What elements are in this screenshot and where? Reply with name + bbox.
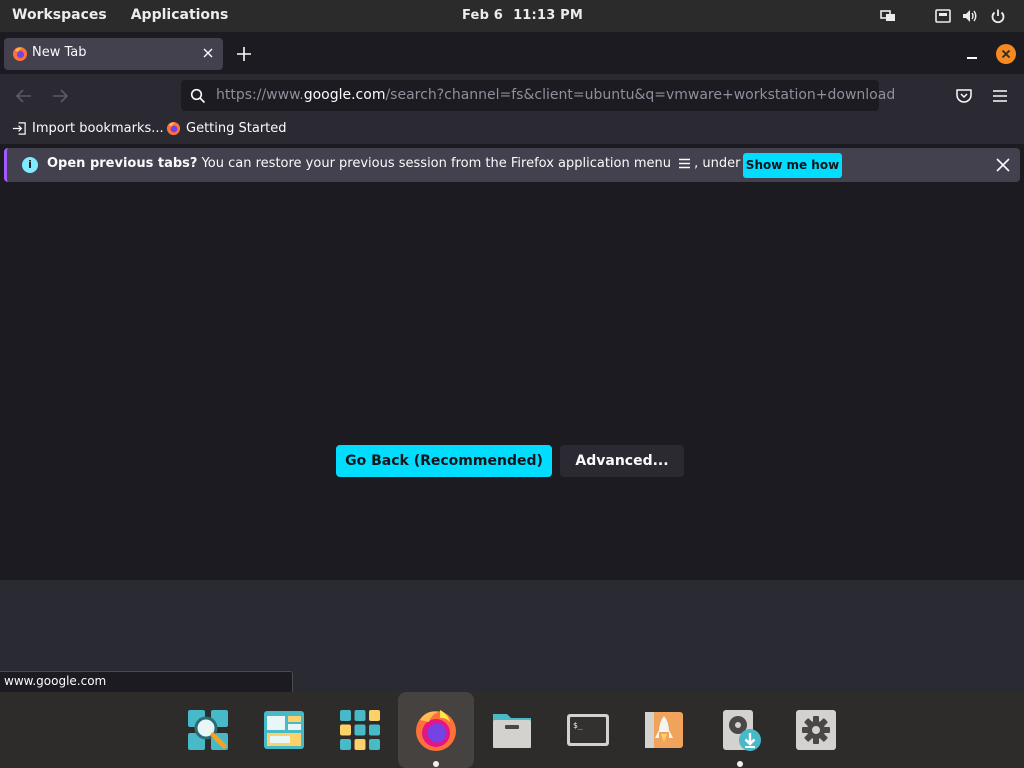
system-tray: [880, 6, 1010, 26]
close-window-icon: [1001, 49, 1011, 59]
back-arrow-icon[interactable]: [13, 85, 35, 107]
network-icon[interactable]: [935, 8, 951, 24]
terminal-icon[interactable]: $_: [566, 708, 610, 752]
import-bookmarks-label: Import bookmarks...: [32, 121, 164, 136]
close-notification-icon[interactable]: [995, 157, 1011, 173]
show-me-how-button[interactable]: Show me how: [743, 153, 842, 178]
volume-icon[interactable]: [962, 8, 978, 24]
clock[interactable]: Feb 6 11:13 PM: [462, 8, 583, 23]
url-path: /search?channel=fs&client=ubuntu&q=vmwar…: [385, 87, 896, 103]
app-launcher-rocket-icon[interactable]: [642, 708, 686, 752]
session-restore-notification: i Open previous tabs? You can restore yo…: [4, 148, 1020, 182]
notification-message: Open previous tabs? You can restore your…: [47, 156, 793, 171]
firefox-running-indicator: [433, 761, 439, 767]
url-host: google.com: [303, 87, 386, 103]
status-url-tooltip: www.google.com: [0, 671, 293, 692]
notification-text-1: You can restore your previous session fr…: [197, 156, 676, 171]
installer-running-indicator: [737, 761, 743, 767]
svg-text:$_: $_: [573, 721, 583, 730]
minimize-window-icon[interactable]: [963, 45, 981, 63]
close-window-button[interactable]: [996, 44, 1016, 64]
notification-title: Open previous tabs?: [47, 156, 198, 171]
firefox-favicon-icon: [166, 121, 181, 136]
top-panel: Workspaces Applications Feb 6 11:13 PM: [0, 0, 1024, 32]
software-installer-icon[interactable]: [720, 708, 764, 752]
advanced-button[interactable]: Advanced...: [560, 445, 684, 477]
top-panel-left: Workspaces Applications: [12, 7, 228, 23]
search-icon: [190, 88, 206, 104]
display-icon[interactable]: [880, 8, 896, 24]
settings-icon[interactable]: [794, 708, 838, 752]
hamburger-menu-icon: [679, 158, 691, 169]
bookmarks-toolbar: Import bookmarks... Getting Started: [0, 116, 1024, 144]
tab-new-tab[interactable]: New Tab: [4, 38, 223, 70]
applications-button[interactable]: Applications: [131, 7, 229, 23]
info-icon: i: [22, 157, 38, 173]
close-tab-icon[interactable]: [201, 46, 215, 60]
go-back-button[interactable]: Go Back (Recommended): [336, 445, 552, 477]
firefox-icon[interactable]: [414, 708, 458, 752]
pocket-icon[interactable]: [953, 85, 975, 107]
app-grid-icon[interactable]: [338, 708, 382, 752]
url-text: https://www.google.com/search?channel=fs…: [216, 87, 895, 103]
workspaces-app-icon[interactable]: [262, 708, 306, 752]
firefox-favicon-icon: [13, 47, 27, 61]
workspaces-button[interactable]: Workspaces: [12, 7, 107, 23]
import-icon: [12, 122, 26, 135]
page-content: [0, 186, 1024, 580]
getting-started-label: Getting Started: [186, 121, 287, 136]
tab-title: New Tab: [32, 45, 87, 60]
url-bar[interactable]: https://www.google.com/search?channel=fs…: [181, 80, 895, 111]
files-icon[interactable]: [490, 708, 534, 752]
search-app-icon[interactable]: [186, 708, 230, 752]
clock-time: 11:13 PM: [513, 8, 584, 23]
url-prefix: https://www.: [216, 87, 304, 103]
new-tab-plus-icon[interactable]: [234, 44, 254, 64]
import-bookmarks-item[interactable]: Import bookmarks...: [12, 121, 164, 136]
clock-date: Feb 6: [462, 8, 504, 23]
power-icon[interactable]: [990, 8, 1006, 24]
getting-started-bookmark[interactable]: Getting Started: [166, 121, 287, 136]
hamburger-menu-icon[interactable]: [989, 85, 1011, 107]
forward-arrow-icon[interactable]: [49, 85, 71, 107]
